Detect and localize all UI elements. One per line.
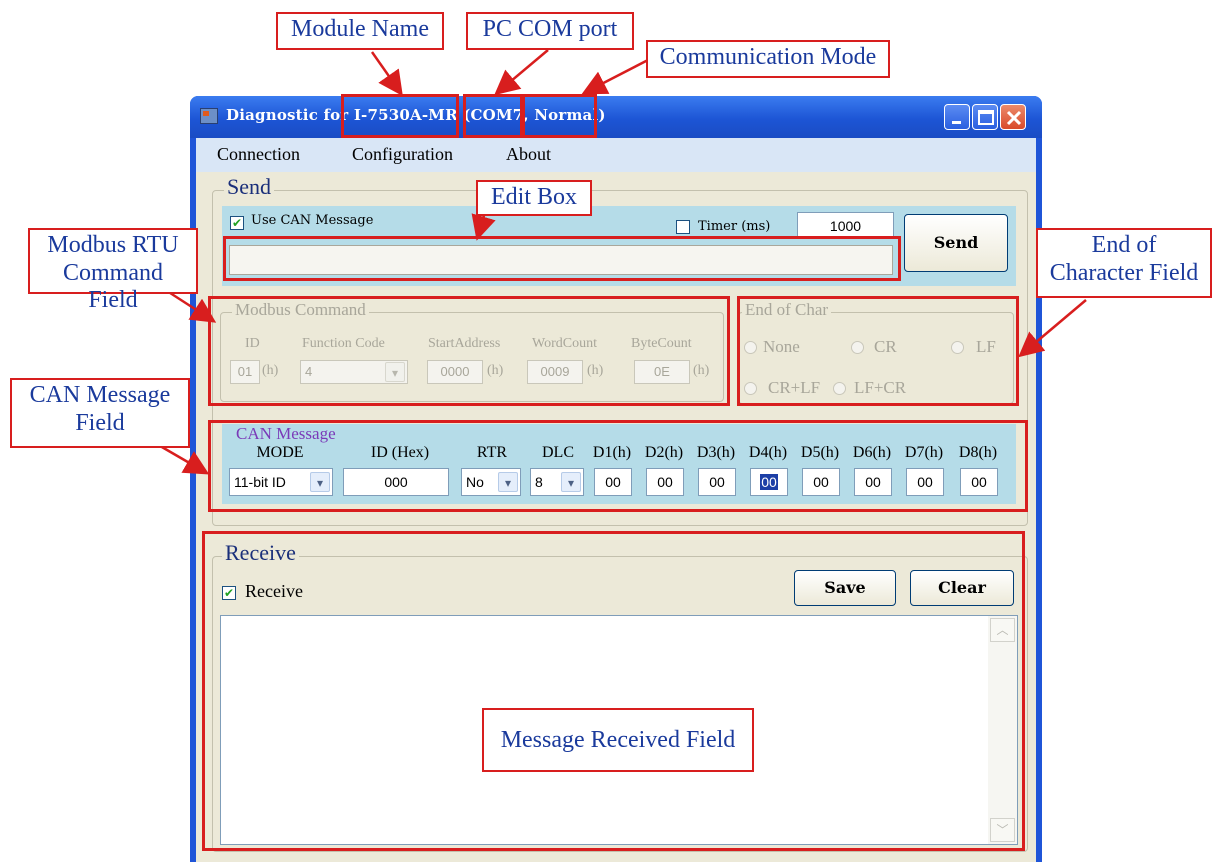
callout-modbus-rtu: Modbus RTU Command Field (28, 228, 198, 313)
menu-configuration[interactable]: Configuration (352, 144, 453, 165)
close-icon (1006, 110, 1022, 126)
callout-can-message-line1: CAN Message (29, 382, 171, 408)
menu-about[interactable]: About (506, 144, 551, 165)
callout-end-of-char: End of Character Field (1036, 228, 1212, 298)
callout-modbus-rtu-line2: Command Field (63, 259, 163, 314)
use-can-label: Use CAN Message (251, 213, 374, 228)
minimize-button[interactable] (944, 104, 970, 130)
highlight-com-port (463, 94, 523, 138)
callout-end-of-char-line1: End of (1091, 232, 1157, 258)
use-can-checkbox[interactable]: ✔ (230, 216, 244, 230)
highlight-comm-mode (522, 94, 597, 138)
callout-communication-mode: Communication Mode (646, 40, 890, 78)
callout-can-message-line2: Field (75, 409, 125, 436)
send-button[interactable]: Send (904, 214, 1008, 272)
callout-modbus-rtu-line1: Modbus RTU (47, 232, 179, 258)
timer-label: Timer (ms) (698, 219, 771, 234)
timer-input[interactable]: 1000 (797, 212, 894, 238)
callout-message-received: Message Received Field (482, 708, 754, 772)
highlight-can-field (208, 420, 1028, 512)
highlight-modbus-field (208, 296, 730, 406)
highlight-module-name (341, 94, 459, 138)
timer-checkbox[interactable] (676, 220, 690, 234)
close-button[interactable] (1000, 104, 1026, 130)
highlight-end-of-char (737, 296, 1019, 406)
callout-pc-com-port: PC COM port (466, 12, 634, 50)
callout-end-of-char-line2: Character Field (1049, 259, 1199, 286)
minimize-icon (952, 121, 961, 124)
menu-connection[interactable]: Connection (217, 144, 300, 165)
highlight-edit-box (223, 236, 901, 281)
send-group-title: Send (224, 174, 274, 200)
callout-edit-box: Edit Box (476, 180, 592, 216)
callout-can-message: CAN Message Field (10, 378, 190, 448)
app-icon (200, 108, 218, 124)
menu-bar (196, 138, 1036, 172)
highlight-receive-field (202, 531, 1025, 851)
maximize-icon (978, 110, 994, 125)
maximize-button[interactable] (972, 104, 998, 130)
callout-module-name: Module Name (276, 12, 444, 50)
